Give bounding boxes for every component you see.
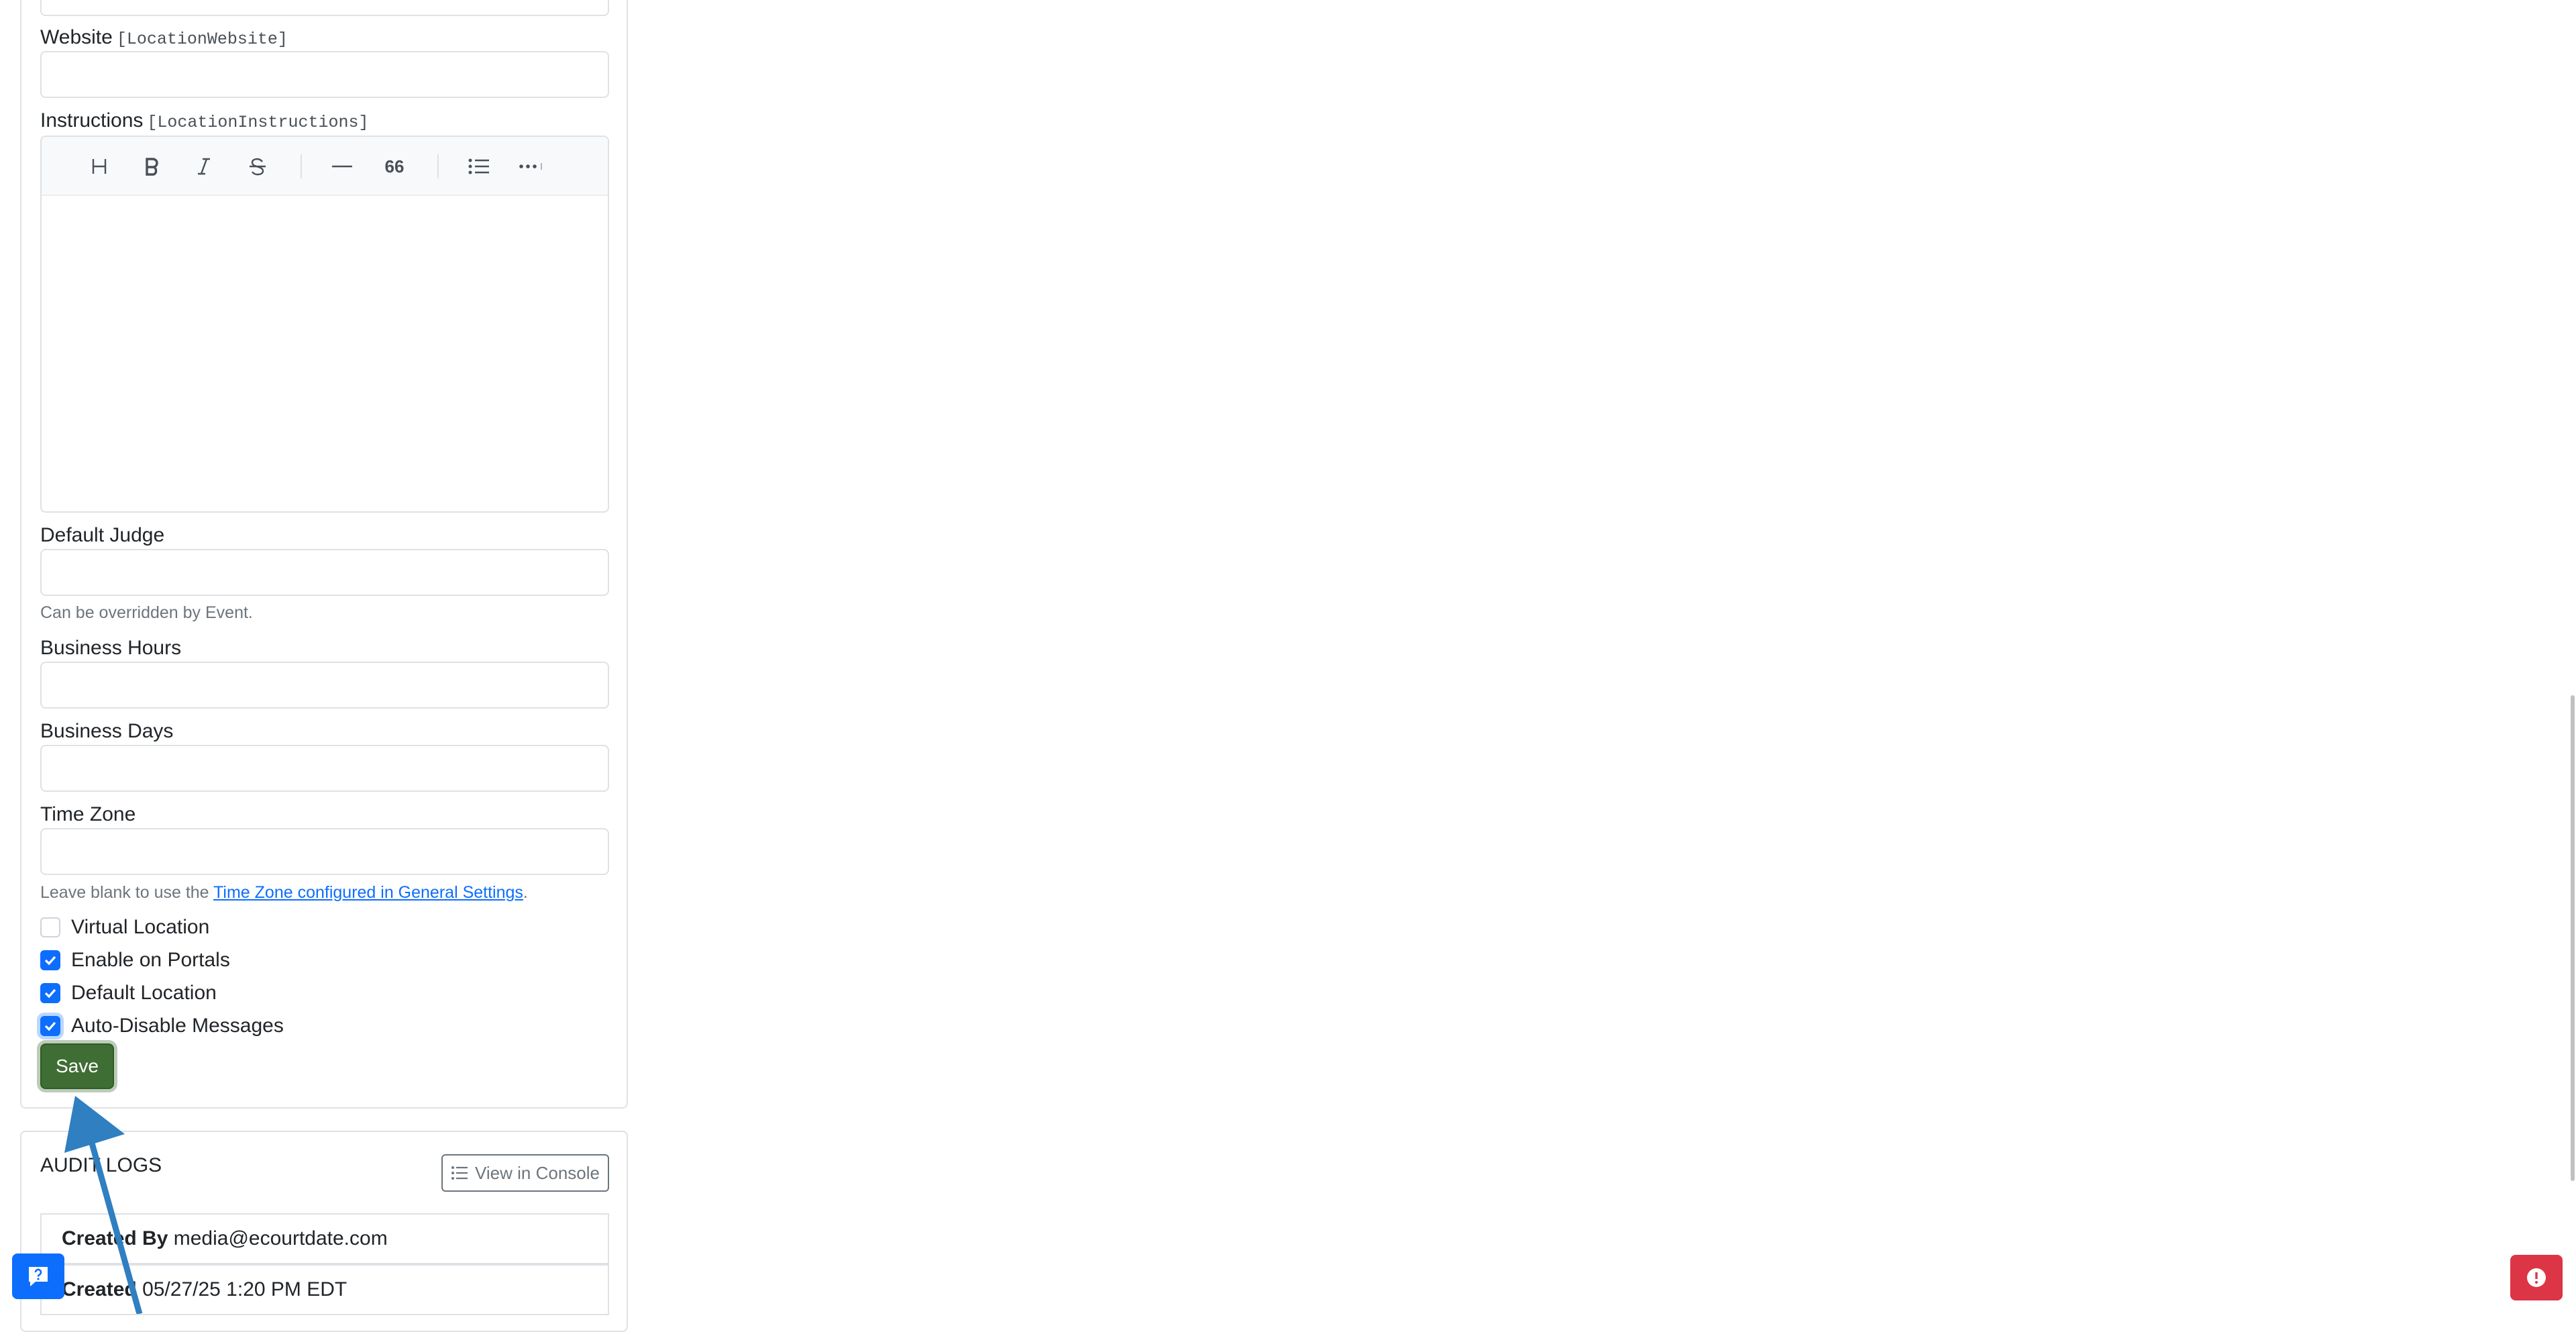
default-judge-input[interactable] [40,549,609,596]
auto-disable-messages-label: Auto-Disable Messages [71,1015,284,1037]
default-judge-label: Default Judge [40,524,165,546]
instructions-token: [LocationInstructions] [147,113,369,132]
view-in-console-button[interactable]: View in Console [441,1154,609,1192]
quote-icon[interactable]: 66 [378,150,411,183]
strikethrough-icon[interactable] [241,150,274,183]
default-judge-help: Can be overridden by Event. [40,603,253,622]
checkmark-icon [44,956,56,966]
help-chat-icon [29,1267,48,1286]
website-token: [LocationWebsite] [116,30,288,49]
toolbar-separator [301,154,302,178]
default-location-label: Default Location [71,982,217,1004]
audit-value: media@ecourtdate.com [173,1227,388,1249]
default-location-checkbox[interactable] [40,983,60,1003]
enable-on-portals-label: Enable on Portals [71,949,230,971]
instructions-label-text: Instructions [40,109,144,132]
audit-key: Created [62,1278,137,1300]
time-zone-help-prefix: Leave blank to use the [40,883,214,902]
checkmark-icon [44,1021,56,1031]
audit-value: 05/27/25 1:20 PM EDT [142,1278,347,1300]
help-chat-button[interactable] [12,1253,64,1299]
business-hours-label: Business Hours [40,637,182,659]
audit-row-created: Created 05/27/25 1:20 PM EDT [40,1264,609,1315]
virtual-location-checkbox[interactable] [40,917,60,937]
quote-glyph: 66 [384,156,405,176]
time-zone-label: Time Zone [40,803,136,825]
save-button[interactable]: Save [40,1043,114,1089]
horizontal-rule-icon[interactable] [326,150,358,183]
enable-on-portals-checkbox[interactable] [40,950,60,970]
business-days-label: Business Days [40,720,174,742]
more-options-icon[interactable] [517,150,549,183]
virtual-location-label: Virtual Location [71,916,210,938]
time-zone-input[interactable] [40,828,609,875]
website-label: Website [LocationWebsite] [40,25,288,52]
time-zone-settings-link[interactable]: Time Zone configured in General Settings [213,883,523,902]
view-in-console-label: View in Console [475,1162,600,1183]
website-input[interactable] [40,51,609,98]
toolbar-separator [437,154,439,178]
italic-icon[interactable] [188,150,220,183]
instructions-label: Instructions [LocationInstructions] [40,109,368,135]
bullet-list-icon[interactable] [463,150,495,183]
business-days-input[interactable] [40,745,609,792]
checkmark-icon [44,988,56,998]
audit-row-created-by: Created By media@ecourtdate.com [40,1213,609,1264]
instructions-editor[interactable]: 66 [40,136,609,513]
bold-icon[interactable] [136,150,168,183]
audit-logs-title: AUDIT LOGS [40,1154,162,1176]
business-hours-input[interactable] [40,662,609,709]
time-zone-help: Leave blank to use the Time Zone configu… [40,882,528,903]
heading-icon[interactable] [83,150,115,183]
auto-disable-messages-checkbox[interactable] [40,1016,60,1036]
editor-toolbar: 66 [42,137,608,196]
audit-key: Created By [62,1227,168,1249]
page-scrollbar-thumb[interactable] [2571,695,2575,1181]
website-label-text: Website [40,26,113,48]
time-zone-help-suffix: . [523,883,528,902]
alert-icon [2527,1268,2546,1287]
list-icon [451,1166,468,1180]
alert-button[interactable] [2510,1255,2563,1300]
previous-field-input[interactable] [40,0,609,16]
